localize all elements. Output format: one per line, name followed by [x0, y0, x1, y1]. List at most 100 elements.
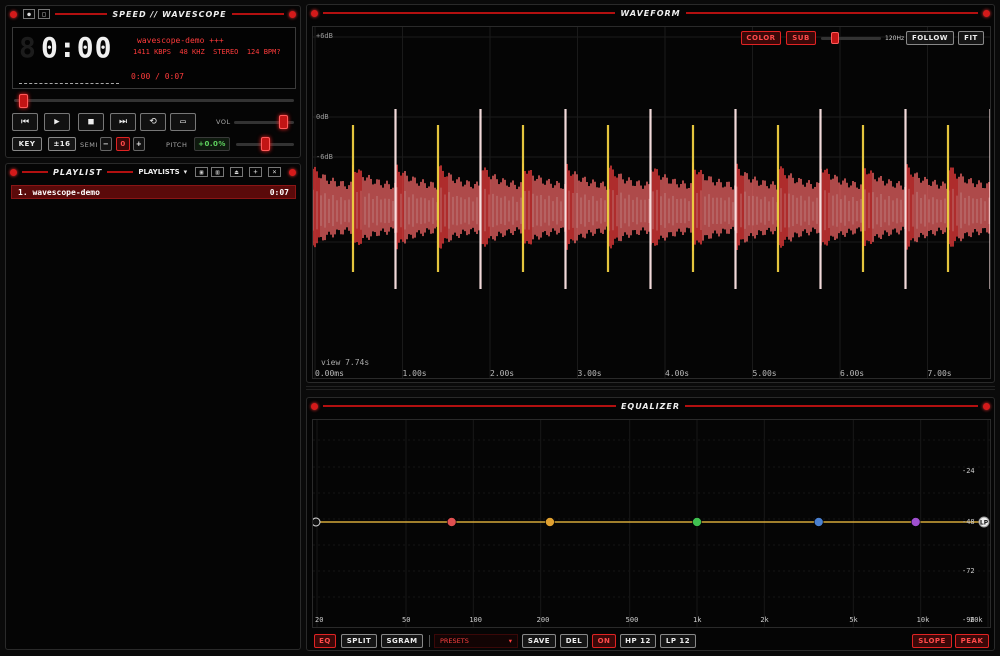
- list-item-index: 1.: [18, 187, 28, 197]
- mini-visualizer: [19, 83, 119, 84]
- player-titlebar: ● □ SPEED // WAVESCOPE: [6, 6, 300, 22]
- bitrate: 1411 KBPS: [133, 48, 171, 56]
- sub-freq-slider[interactable]: [821, 37, 881, 40]
- split-button[interactable]: SPLIT: [341, 634, 377, 648]
- eq-band-handle[interactable]: [545, 517, 555, 527]
- list-item[interactable]: 1. wavescope-demo 0:07: [11, 185, 296, 199]
- eq-freq-tick: 1k: [693, 616, 702, 624]
- eq-freq-tick: 50: [402, 616, 411, 624]
- spectrogram-button[interactable]: SGRAM: [381, 634, 423, 648]
- minimize-dot-icon[interactable]: [289, 168, 296, 176]
- waveform-title: WAVEFORM: [620, 8, 681, 18]
- minimize-dot-icon[interactable]: [983, 9, 991, 17]
- close-icon: ×: [272, 168, 277, 176]
- eq-on-button[interactable]: ON: [592, 634, 616, 648]
- window-shade-button[interactable]: □: [38, 9, 50, 19]
- open-file-button[interactable]: ▭: [170, 113, 196, 131]
- bpm: 124 BPM?: [246, 48, 281, 56]
- equalizer-panel: EQUALIZER LP 20 50 100 200 500 1k 2k 5k 10k 20k -…: [306, 397, 995, 651]
- close-dot-icon[interactable]: [10, 168, 17, 176]
- view-length: view 7.74s: [321, 358, 370, 367]
- time-tick: 0.00ms: [315, 369, 344, 378]
- add-button[interactable]: +: [249, 167, 262, 177]
- playlists-dropdown[interactable]: PLAYLISTS ▾: [138, 168, 187, 176]
- player-title: SPEED // WAVESCOPE: [112, 9, 227, 19]
- eq-mode-button[interactable]: EQ: [314, 634, 336, 648]
- semi-up-button[interactable]: +: [133, 137, 145, 151]
- slope-button[interactable]: SLOPE: [912, 634, 952, 648]
- minimize-dot-icon[interactable]: [289, 10, 296, 18]
- waveform-canvas[interactable]: [313, 27, 991, 379]
- close-dot-icon[interactable]: [10, 10, 17, 18]
- peak-button[interactable]: PEAK: [955, 634, 989, 648]
- lowpass-button[interactable]: LP 12: [660, 634, 696, 648]
- close-dot-icon[interactable]: [311, 402, 318, 410]
- list-item-name: wavescope-demo: [32, 187, 100, 197]
- play-icon: ▶: [54, 117, 60, 127]
- repeat-icon: ⟲: [149, 117, 157, 127]
- time-ghost-digit: 8: [19, 31, 36, 64]
- semi-down-button[interactable]: −: [100, 137, 112, 151]
- delete-preset-button[interactable]: DEL: [560, 634, 588, 648]
- trash-icon: ▥: [215, 168, 220, 176]
- sub-freq-label: 120Hz: [885, 35, 905, 42]
- eject-button[interactable]: ⏏: [230, 167, 243, 177]
- save-preset-button[interactable]: SAVE: [522, 634, 556, 648]
- next-button[interactable]: ⏭: [110, 113, 136, 131]
- eq-graph[interactable]: LP 20 50 100 200 500 1k 2k 5k 10k 20k -24 -48 -72 -9…: [312, 419, 991, 628]
- follow-button[interactable]: FOLLOW: [906, 31, 954, 45]
- track-info: 1411 KBPS 48 KHZ STEREO 124 BPM?: [133, 48, 281, 56]
- lowpass-handle-label: LP: [980, 520, 989, 527]
- highpass-handle[interactable]: [313, 517, 321, 527]
- time-tick: 2.00s: [490, 369, 515, 378]
- close-dot-icon[interactable]: [311, 9, 318, 17]
- time-tick: 3.00s: [577, 369, 602, 378]
- stop-button[interactable]: ■: [78, 113, 104, 131]
- sub-button[interactable]: SUB: [786, 31, 816, 45]
- playlist-titlebar: PLAYLIST PLAYLISTS ▾ ▣ ▥ ⏏ + ×: [6, 164, 300, 180]
- previous-button[interactable]: ⏮: [12, 113, 38, 131]
- semi-value: 0: [116, 137, 130, 151]
- eq-grid: [313, 420, 990, 627]
- pitch-range-button[interactable]: ±16: [48, 137, 76, 151]
- eq-curve-canvas[interactable]: LP: [313, 420, 991, 628]
- list-item-duration: 0:07: [269, 187, 289, 197]
- eq-band-handle[interactable]: [692, 517, 702, 527]
- color-button[interactable]: COLOR: [741, 31, 781, 45]
- time-display[interactable]: 0:00: [41, 31, 112, 64]
- equalizer-title: EQUALIZER: [620, 401, 681, 411]
- minimize-dot-icon[interactable]: [983, 402, 990, 410]
- eq-band-handle[interactable]: [813, 517, 824, 527]
- eq-db-tick: -24: [962, 467, 975, 475]
- toolbar-divider: [429, 635, 430, 647]
- db-label-plus6: +6dB: [316, 32, 333, 40]
- delete-playlist-button[interactable]: ▥: [211, 167, 224, 177]
- fit-button[interactable]: FIT: [958, 31, 984, 45]
- time-tick: 5.00s: [752, 369, 777, 378]
- repeat-button[interactable]: ⟲: [140, 113, 166, 131]
- seek-bar[interactable]: [14, 99, 294, 102]
- volume-knob[interactable]: [278, 115, 288, 129]
- stop-icon: ■: [88, 117, 94, 127]
- eq-band-handle[interactable]: [446, 517, 457, 527]
- time-tick: 7.00s: [927, 369, 952, 378]
- panel-splitter[interactable]: [306, 386, 995, 390]
- options-button[interactable]: ●: [23, 9, 35, 19]
- folder-icon: ▭: [180, 117, 186, 127]
- seek-knob[interactable]: [19, 94, 29, 108]
- remove-button[interactable]: ×: [268, 167, 281, 177]
- play-button[interactable]: ▶: [44, 113, 70, 131]
- playlist-title: PLAYLIST: [53, 167, 103, 177]
- highpass-button[interactable]: HP 12: [620, 634, 656, 648]
- next-icon: ⏭: [118, 117, 128, 127]
- time-tick: 1.00s: [402, 369, 427, 378]
- presets-select[interactable]: PRESETS ▾: [434, 634, 518, 648]
- key-button[interactable]: KEY: [12, 137, 42, 151]
- playlist-list: 1. wavescope-demo 0:07: [11, 185, 296, 199]
- waveform-view[interactable]: +6dB 0dB -6dB view 7.74s 0.00ms 1.00s 2.00…: [312, 26, 991, 379]
- sub-freq-knob[interactable]: [831, 32, 839, 44]
- eq-band-handle[interactable]: [910, 517, 921, 527]
- save-playlist-button[interactable]: ▣: [195, 167, 208, 177]
- plus-icon: +: [253, 168, 258, 176]
- pitch-knob[interactable]: [260, 137, 270, 151]
